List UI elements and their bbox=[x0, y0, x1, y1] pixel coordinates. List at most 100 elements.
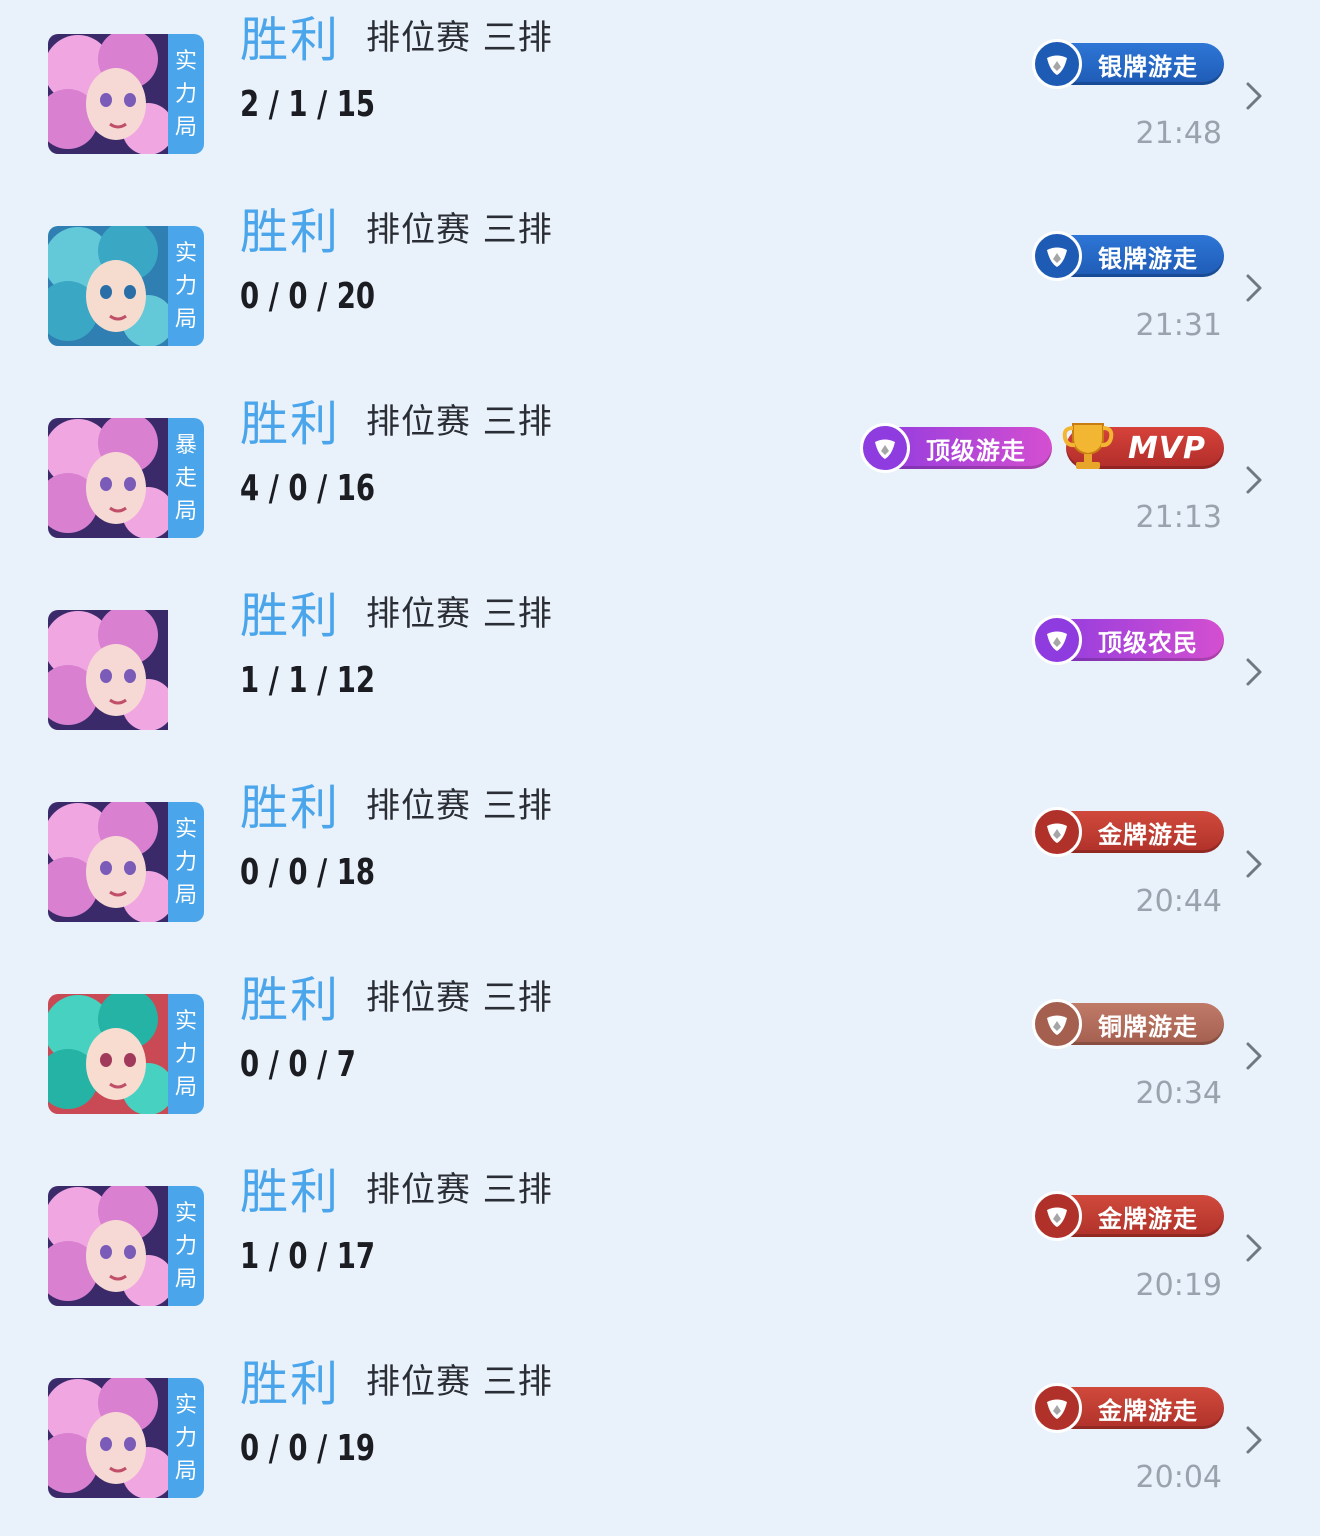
match-tag-char: 力 bbox=[174, 81, 197, 107]
match-result: 胜利 bbox=[240, 12, 341, 68]
match-row[interactable]: 实力局 胜利 排位赛 三排 0 / 0 / 18 金牌游走 20:44 bbox=[0, 768, 1320, 960]
hero-thumbnail: 实力局 bbox=[48, 34, 204, 154]
match-tag: 实力局 bbox=[168, 1378, 204, 1498]
rating-badge: 银牌游走 bbox=[1032, 39, 1224, 89]
emblem-icon bbox=[1032, 231, 1082, 281]
match-tag-char: 局 bbox=[174, 1266, 197, 1292]
emblem-icon bbox=[859, 423, 910, 473]
chevron-right-icon[interactable] bbox=[1242, 1038, 1266, 1074]
match-tag-char: 实 bbox=[174, 240, 197, 266]
match-tag-char: 局 bbox=[174, 882, 197, 908]
emblem-icon bbox=[1032, 1191, 1082, 1241]
hero-thumbnail: 暴走局 bbox=[48, 418, 204, 538]
match-time: 20:04 bbox=[1135, 1460, 1222, 1495]
trophy-icon bbox=[1058, 417, 1118, 477]
match-result: 胜利 bbox=[240, 972, 341, 1028]
badge-group: 金牌游走 bbox=[1032, 806, 1224, 858]
match-time: 21:48 bbox=[1135, 116, 1222, 151]
match-tag-char: 实 bbox=[174, 816, 197, 842]
match-tag-char: 力 bbox=[174, 1041, 197, 1067]
kda-stats: 1 / 1 / 12 bbox=[240, 660, 376, 701]
kda-stats: 4 / 0 / 16 bbox=[240, 468, 376, 509]
chevron-right-icon[interactable] bbox=[1242, 1422, 1266, 1458]
hero-thumbnail: 实力局 bbox=[48, 802, 204, 922]
hero-portrait bbox=[48, 1186, 168, 1306]
match-time: 21:31 bbox=[1135, 308, 1222, 343]
emblem-icon bbox=[1032, 999, 1082, 1049]
match-tag-char: 力 bbox=[174, 1233, 197, 1259]
chevron-right-icon[interactable] bbox=[1242, 846, 1266, 882]
hero-portrait bbox=[48, 802, 168, 922]
match-mode: 排位赛 三排 bbox=[366, 978, 553, 1018]
match-row[interactable]: 实力局 胜利 排位赛 三排 0 / 0 / 20 银牌游走 21:31 bbox=[0, 192, 1320, 384]
mvp-badge: MVP bbox=[1062, 423, 1224, 469]
badge-label: 顶级农民 bbox=[1098, 628, 1198, 657]
match-tag: 实力局 bbox=[168, 1186, 204, 1306]
badge-label: 顶级游走 bbox=[925, 436, 1026, 465]
badge-group: 顶级游走 MVP bbox=[859, 422, 1224, 474]
match-mode: 排位赛 三排 bbox=[366, 594, 553, 634]
hero-thumbnail: 实力局 bbox=[48, 1186, 204, 1306]
kda-stats: 0 / 0 / 7 bbox=[240, 1044, 356, 1085]
badge-label: 银牌游走 bbox=[1098, 244, 1198, 273]
badge-group: 金牌游走 bbox=[1032, 1190, 1224, 1242]
chevron-right-icon[interactable] bbox=[1242, 1230, 1266, 1266]
chevron-right-icon[interactable] bbox=[1242, 78, 1266, 114]
match-tag: 暴走局 bbox=[168, 418, 204, 538]
badge-label: 金牌游走 bbox=[1098, 820, 1198, 849]
badge-group: 银牌游走 bbox=[1032, 230, 1224, 282]
chevron-right-icon[interactable] bbox=[1242, 654, 1266, 690]
match-result: 胜利 bbox=[240, 1356, 341, 1412]
match-row[interactable]: 实力局 胜利 排位赛 三排 2 / 1 / 15 银牌游走 21:48 bbox=[0, 0, 1320, 192]
match-mode: 排位赛 三排 bbox=[366, 1170, 553, 1210]
kda-stats: 1 / 0 / 17 bbox=[240, 1236, 376, 1277]
match-tag: 实力局 bbox=[168, 226, 204, 346]
match-mode: 排位赛 三排 bbox=[366, 210, 553, 250]
match-time: 21:13 bbox=[1135, 500, 1222, 535]
match-tag: 实力局 bbox=[168, 34, 204, 154]
kda-stats: 0 / 0 / 19 bbox=[240, 1428, 376, 1469]
rating-badge: 金牌游走 bbox=[1032, 807, 1224, 857]
hero-thumbnail: 实力局 bbox=[48, 994, 204, 1114]
match-row[interactable]: 实力局 胜利 排位赛 三排 0 / 0 / 7 铜牌游走 20:34 bbox=[0, 960, 1320, 1152]
match-time: 20:44 bbox=[1135, 884, 1222, 919]
match-result: 胜利 bbox=[240, 1164, 341, 1220]
kda-stats: 2 / 1 / 15 bbox=[240, 84, 376, 125]
match-tag-char: 局 bbox=[174, 498, 197, 524]
rating-badge: 金牌游走 bbox=[1032, 1191, 1224, 1241]
chevron-right-icon[interactable] bbox=[1242, 270, 1266, 306]
match-tag-char: 实 bbox=[174, 1008, 197, 1034]
match-result: 胜利 bbox=[240, 780, 341, 836]
emblem-icon bbox=[1032, 615, 1082, 665]
match-tag: 实力局 bbox=[168, 994, 204, 1114]
match-mode: 排位赛 三排 bbox=[366, 786, 553, 826]
badge-label: 金牌游走 bbox=[1098, 1396, 1198, 1425]
emblem-icon bbox=[1032, 807, 1082, 857]
badge-group: 金牌游走 bbox=[1032, 1382, 1224, 1434]
badge-label: MVP bbox=[1127, 430, 1206, 466]
match-tag-char: 实 bbox=[174, 1392, 197, 1418]
match-row[interactable]: 实力局 胜利 排位赛 三排 1 / 0 / 17 金牌游走 20:19 bbox=[0, 1152, 1320, 1344]
hero-portrait bbox=[48, 610, 168, 730]
hero-thumbnail: 实力局 bbox=[48, 226, 204, 346]
badge-group: 铜牌游走 bbox=[1032, 998, 1224, 1050]
rating-badge: 银牌游走 bbox=[1032, 231, 1224, 281]
match-row[interactable]: 暴走局 胜利 排位赛 三排 4 / 0 / 16 顶级游走 MVP 21:13 bbox=[0, 384, 1320, 576]
hero-portrait bbox=[48, 226, 168, 346]
kda-stats: 0 / 0 / 20 bbox=[240, 276, 376, 317]
match-tag-char: 局 bbox=[174, 114, 197, 140]
hero-thumbnail: 实力局 bbox=[48, 1378, 204, 1498]
rating-badge: 金牌游走 bbox=[1032, 1383, 1224, 1433]
badge-group: 顶级农民 bbox=[1032, 614, 1224, 666]
match-tag-char: 走 bbox=[174, 465, 197, 491]
hero-portrait bbox=[48, 994, 168, 1114]
match-row[interactable]: 实力局 胜利 排位赛 三排 0 / 0 / 19 金牌游走 20:04 bbox=[0, 1344, 1320, 1536]
match-mode: 排位赛 三排 bbox=[366, 18, 553, 58]
kda-stats: 0 / 0 / 18 bbox=[240, 852, 376, 893]
match-tag-char: 暴 bbox=[174, 432, 197, 458]
chevron-right-icon[interactable] bbox=[1242, 462, 1266, 498]
match-tag-char: 实 bbox=[174, 48, 197, 74]
match-result: 胜利 bbox=[240, 588, 341, 644]
match-row[interactable]: 胜利 排位赛 三排 1 / 1 / 12 顶级农民 bbox=[0, 576, 1320, 768]
match-mode: 排位赛 三排 bbox=[366, 1362, 553, 1402]
